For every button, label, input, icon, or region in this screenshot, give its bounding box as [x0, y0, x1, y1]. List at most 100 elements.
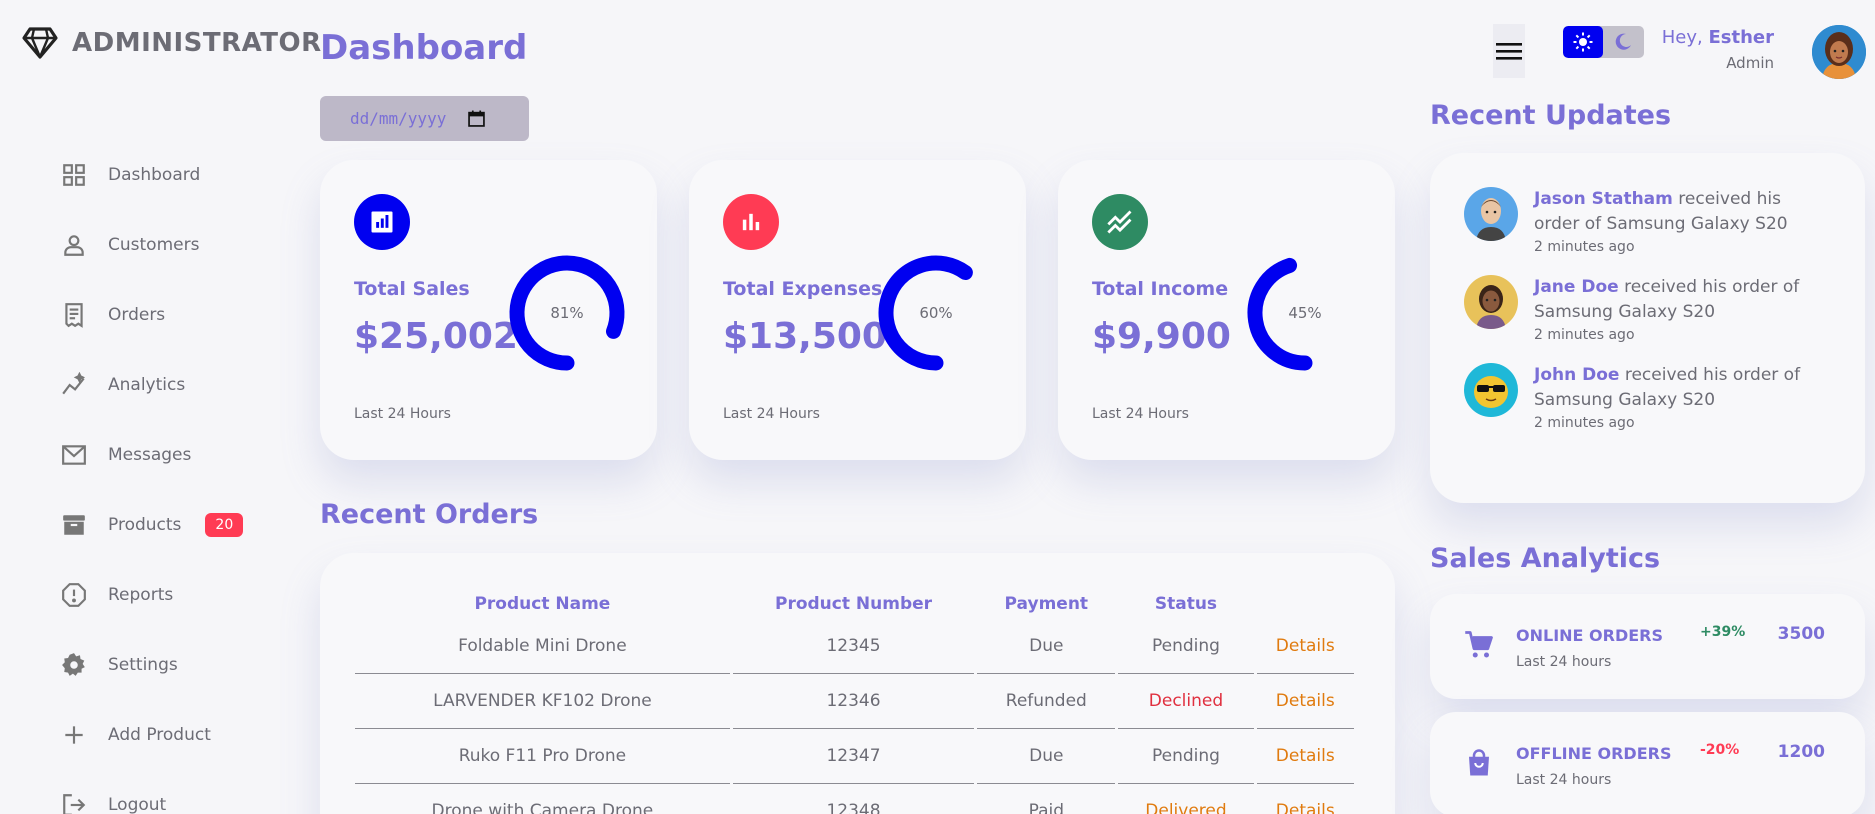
offline-orders-card[interactable]: OFFLINE ORDERS Last 24 hours -20% 1200	[1430, 712, 1865, 814]
sidebar-item-settings[interactable]: Settings	[60, 630, 300, 700]
progress-percent: 60%	[919, 304, 952, 322]
sidebar-item-messages[interactable]: Messages	[60, 420, 300, 490]
analytic-title: OFFLINE ORDERS	[1516, 744, 1672, 763]
insight-footer: Last 24 Hours	[354, 406, 451, 422]
update-time: 2 minutes ago	[1534, 415, 1635, 431]
column-header: Product Name	[474, 594, 611, 614]
grid-icon	[60, 161, 88, 189]
add-icon	[60, 721, 88, 749]
details-link[interactable]: Details	[1256, 619, 1354, 674]
insight-card-income: Total Income $9,900 45% Last 24 Hours	[1058, 160, 1395, 460]
update-name: Jason Statham	[1534, 189, 1673, 209]
progress-percent: 45%	[1288, 304, 1321, 322]
user-name: Esther	[1708, 27, 1774, 48]
analytic-subtitle: Last 24 hours	[1516, 772, 1612, 788]
insight-card-sales: Total Sales $25,002 81% Last 24 Hours	[320, 160, 657, 460]
order-status: Pending	[1118, 729, 1254, 784]
progress-ring: 81%	[509, 255, 625, 371]
menu-button[interactable]	[1493, 24, 1525, 78]
details-link[interactable]: Details	[1256, 729, 1354, 784]
avatar[interactable]	[1812, 25, 1866, 79]
sidebar-item-label: Messages	[108, 445, 192, 465]
receipt-icon	[60, 301, 88, 329]
sidebar-item-logout[interactable]: Logout	[60, 770, 300, 814]
update-time: 2 minutes ago	[1534, 239, 1635, 255]
sidebar-item-orders[interactable]: Orders	[60, 280, 300, 350]
calendar-icon[interactable]	[468, 110, 486, 127]
insight-amount: $9,900	[1092, 316, 1231, 357]
insight-amount: $13,500	[723, 316, 887, 357]
shopping-cart-icon	[1465, 631, 1493, 658]
products-count-badge: 20	[205, 512, 244, 538]
date-input[interactable]: dd/mm/yyyy	[320, 96, 529, 141]
sidebar-item-label: Dashboard	[108, 165, 201, 185]
payment-status: Paid	[977, 784, 1115, 814]
column-header: Payment	[1004, 594, 1089, 614]
product-number: 12345	[732, 619, 975, 674]
update-name: Jane Doe	[1534, 277, 1619, 297]
product-number: 12348	[733, 784, 974, 814]
table-row: Ruko F11 Pro Drone 12347 Due Pending Det…	[355, 729, 1354, 784]
sidebar-nav: Dashboard Customers Orders Analytics Mes…	[60, 140, 300, 814]
update-message: Jane Doe received his order of Samsung G…	[1534, 277, 1800, 322]
recent-orders-title: Recent Orders	[320, 499, 539, 530]
update-time: 2 minutes ago	[1534, 327, 1635, 343]
analytic-value: 3500	[1777, 624, 1825, 644]
sidebar-item-label: Customers	[108, 235, 200, 255]
update-item: John Doe received his order of Samsung G…	[1464, 363, 1831, 431]
update-message: John Doe received his order of Samsung G…	[1534, 365, 1801, 410]
product-number: 12347	[732, 729, 975, 784]
avatar	[1464, 275, 1518, 329]
chart-icon	[354, 194, 410, 250]
sidebar-item-label: Logout	[108, 795, 167, 814]
brand-name: ADMINISTRATOR	[72, 28, 322, 58]
sidebar-item-products[interactable]: Products 20	[60, 490, 300, 560]
product-name: LARVENDER KF102 Drone	[355, 674, 730, 729]
order-status: Declined	[1118, 674, 1254, 729]
analytic-percent: -20%	[1700, 742, 1740, 758]
details-link[interactable]: Details	[1257, 784, 1354, 814]
payment-status: Due	[977, 729, 1116, 784]
settings-icon	[60, 651, 88, 679]
sidebar-item-dashboard[interactable]: Dashboard	[60, 140, 300, 210]
sun-icon	[1573, 32, 1593, 52]
light-mode-button[interactable]	[1563, 26, 1603, 58]
theme-toggle[interactable]	[1563, 26, 1644, 58]
payment-status: Refunded	[977, 674, 1116, 729]
date-placeholder: dd/mm/yyyy	[350, 109, 447, 128]
orders-table: Product Name Product Number Payment Stat…	[352, 589, 1357, 814]
sidebar-item-add-product[interactable]: Add Product	[60, 700, 300, 770]
person-icon	[60, 231, 88, 259]
order-status: Pending	[1118, 619, 1254, 674]
sidebar-item-label: Analytics	[108, 375, 186, 395]
mail-icon	[60, 441, 88, 469]
insight-footer: Last 24 Hours	[723, 406, 820, 422]
insights-icon	[60, 371, 88, 399]
table-row: Foldable Mini Drone 12345 Due Pending De…	[355, 619, 1354, 674]
sidebar-item-label: Settings	[108, 655, 178, 675]
inventory-icon	[60, 511, 88, 539]
sidebar-item-customers[interactable]: Customers	[60, 210, 300, 280]
online-orders-card[interactable]: ONLINE ORDERS Last 24 hours +39% 3500	[1430, 594, 1865, 699]
sidebar-item-analytics[interactable]: Analytics	[60, 350, 300, 420]
column-header	[1257, 589, 1354, 619]
moon-icon	[1615, 33, 1631, 50]
product-name: Drone with Camera Drone	[355, 784, 730, 814]
product-name: Foldable Mini Drone	[355, 619, 730, 674]
sidebar-item-label: Orders	[108, 305, 166, 325]
insight-label: Total Sales	[354, 278, 470, 300]
brand-logo[interactable]: ADMINISTRATOR	[22, 26, 322, 60]
analytic-value: 1200	[1777, 742, 1825, 762]
payment-status: Due	[977, 619, 1116, 674]
sidebar-item-reports[interactable]: Reports	[60, 560, 300, 630]
sidebar-item-label: Products	[108, 515, 182, 535]
analytic-title: ONLINE ORDERS	[1516, 626, 1664, 645]
insight-label: Total Income	[1092, 278, 1229, 300]
column-header: Product Number	[774, 594, 933, 614]
dark-mode-button[interactable]	[1603, 26, 1643, 58]
details-link[interactable]: Details	[1256, 674, 1354, 729]
report-icon	[60, 581, 88, 609]
insight-footer: Last 24 Hours	[1092, 406, 1189, 422]
update-message: Jason Statham received his order of Sams…	[1534, 189, 1788, 234]
avatar	[1464, 363, 1518, 417]
